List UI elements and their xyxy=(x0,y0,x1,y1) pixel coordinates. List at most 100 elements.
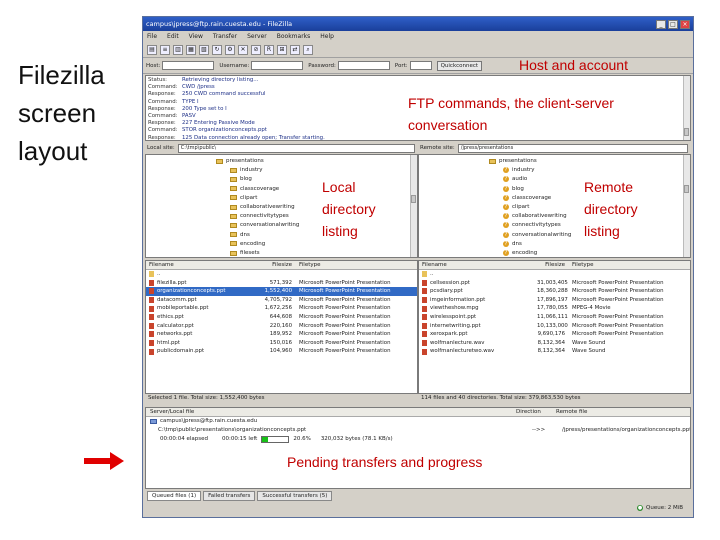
local-col-filename[interactable]: Filename xyxy=(146,261,264,269)
queue-file-row[interactable]: C:\tmp\public\presentations\organization… xyxy=(146,426,690,435)
remote-col-filename[interactable]: Filename xyxy=(419,261,537,269)
local-file-row[interactable]: calculator.ppt 220,160 Microsoft PowerPoin… xyxy=(146,322,417,331)
local-tree-scrollbar[interactable] xyxy=(410,155,417,257)
remote-file-row[interactable]: wolfmanlecture.wav 8,132,364 Wave Sound xyxy=(419,339,690,348)
remote-file-row[interactable]: xeroxpark.ppt 9,690,176 Microsoft PowerPoi… xyxy=(419,330,690,339)
folder-icon xyxy=(149,271,154,278)
log-scrollbar[interactable] xyxy=(683,76,690,140)
file-icon xyxy=(422,288,427,295)
queue-col-server[interactable]: Server/Local file xyxy=(146,408,516,416)
remote-tree-node[interactable]: ? conversationalwriting xyxy=(503,231,571,239)
file-type: Microsoft PowerPoint Presentation xyxy=(299,288,391,295)
process-queue-icon[interactable]: ⚙ xyxy=(225,44,235,55)
menu-transfer[interactable]: Transfer xyxy=(213,33,237,40)
local-tree-node[interactable]: encoding xyxy=(230,240,265,248)
remote-tree-scroll-thumb[interactable] xyxy=(684,185,689,193)
remote-file-row[interactable]: .. xyxy=(419,270,690,279)
queue-server-row[interactable]: campus\jpress@ftp.rain.cuesta.edu xyxy=(146,417,690,426)
remote-tree-node[interactable]: ? dns xyxy=(503,240,522,248)
remote-tree-node[interactable]: ? industry xyxy=(503,166,535,174)
remote-tree-node[interactable]: ? classcoverage xyxy=(503,194,551,202)
local-tree-node[interactable]: classcoverage xyxy=(230,185,279,193)
remote-tree-node[interactable]: presentations xyxy=(489,157,537,165)
reconnect-icon[interactable]: R xyxy=(264,44,274,55)
toggle-remote-tree-icon[interactable]: ▦ xyxy=(186,44,196,55)
local-file-row[interactable]: datacomm.ppt 4,705,792 Microsoft PowerPoin… xyxy=(146,296,417,305)
search-icon[interactable]: ⌕ xyxy=(303,44,313,55)
queue-col-direction[interactable]: Direction xyxy=(516,408,556,416)
local-tree-node[interactable]: industry xyxy=(230,166,263,174)
status-bar: ● Queue: 2 MiB xyxy=(637,505,683,511)
tab-queued-files[interactable]: Queued files (1) xyxy=(147,491,202,501)
menu-server[interactable]: Server xyxy=(247,33,267,40)
password-input[interactable] xyxy=(337,61,390,70)
local-tree-scroll-thumb[interactable] xyxy=(411,195,416,203)
log-scroll-thumb[interactable] xyxy=(684,128,689,136)
remote-tree-node[interactable]: ? encoding xyxy=(503,249,537,257)
local-tree-node[interactable]: collaborativewriting xyxy=(230,203,295,211)
local-tree-node[interactable]: filesets xyxy=(230,249,260,257)
local-file-row[interactable]: organizationconcepts.ppt 1,552,400 Microso… xyxy=(146,287,417,296)
compare-icon[interactable]: ⇄ xyxy=(290,44,300,55)
local-file-row[interactable]: mobileportable.ppt 1,672,256 Microsoft Pow… xyxy=(146,304,417,313)
file-name: wolfmanlecture.wav xyxy=(430,339,485,346)
remote-file-row[interactable]: cellsession.ppt 31,003,405 Microsoft Power… xyxy=(419,279,690,288)
local-file-row[interactable]: ethics.ppt 644,608 Microsoft PowerPoint Pr… xyxy=(146,313,417,322)
toggle-log-icon[interactable]: ≡ xyxy=(160,44,170,55)
local-tree-node[interactable]: connectivitytypes xyxy=(230,212,289,220)
maximize-button[interactable]: □ xyxy=(668,19,678,29)
local-tree-node[interactable]: dns xyxy=(230,231,250,239)
menu-view[interactable]: View xyxy=(189,33,203,40)
local-tree-node[interactable]: clipart xyxy=(230,194,257,202)
cancel-icon[interactable]: ✕ xyxy=(238,44,248,55)
remote-col-filetype[interactable]: Filetype xyxy=(569,261,690,269)
local-tree-node[interactable]: conversationalwriting xyxy=(230,221,299,229)
remote-file-row[interactable]: wirelesspoint.ppt 11,066,111 Microsoft Pow… xyxy=(419,313,690,322)
remote-path-input[interactable]: /jpress/presentations xyxy=(457,143,688,153)
remote-tree-node[interactable]: ? collaborativewriting xyxy=(503,212,567,220)
queue-col-remote[interactable]: Remote file xyxy=(556,408,690,416)
remote-col-filesize[interactable]: Filesize xyxy=(537,261,569,269)
tab-failed-transfers[interactable]: Failed transfers xyxy=(203,491,256,501)
remote-file-row[interactable]: pcsdiary.ppt 18,360,288 Microsoft PowerPoi… xyxy=(419,287,690,296)
local-tree-node[interactable]: presentations xyxy=(216,157,264,165)
remote-tree-node[interactable]: ? blog xyxy=(503,185,524,193)
menu-help[interactable]: Help xyxy=(320,33,334,40)
tab-successful-transfers[interactable]: Successful transfers (5) xyxy=(257,491,333,501)
local-file-row[interactable]: .. xyxy=(146,270,417,279)
close-button[interactable]: × xyxy=(680,19,690,29)
host-input[interactable] xyxy=(162,61,215,70)
port-input[interactable] xyxy=(409,61,432,70)
local-file-row[interactable]: html.ppt 150,016 Microsoft PowerPoint Pres… xyxy=(146,339,417,348)
local-col-filetype[interactable]: Filetype xyxy=(296,261,417,269)
toggle-local-tree-icon[interactable]: ▥ xyxy=(173,44,183,55)
local-file-row[interactable]: publicdomain.ppt 104,960 Microsoft PowerPo… xyxy=(146,347,417,356)
local-file-row[interactable]: networks.ppt 189,952 Microsoft PowerPoint … xyxy=(146,330,417,339)
file-name: pcsdiary.ppt xyxy=(430,288,463,295)
username-input[interactable] xyxy=(251,61,304,70)
site-manager-icon[interactable]: ▤ xyxy=(147,44,157,55)
remote-tree-node[interactable]: ? connectivitytypes xyxy=(503,221,561,229)
local-file-row[interactable]: filezilla.ppt 571,392 Microsoft PowerPoint… xyxy=(146,279,417,288)
remote-file-row[interactable]: internetwriting.ppt 10,133,000 Microsoft P… xyxy=(419,322,690,331)
toggle-queue-icon[interactable]: ▧ xyxy=(199,44,209,55)
file-name: .. xyxy=(430,271,434,277)
filter-icon[interactable]: ⊞ xyxy=(277,44,287,55)
minimize-button[interactable]: _ xyxy=(656,19,666,29)
remote-tree-node[interactable]: ? audio xyxy=(503,175,527,183)
local-tree-node[interactable]: blog xyxy=(230,175,252,183)
remote-file-row[interactable]: viewtheshow.mpg 17,780,055 MPEG-4 Movie xyxy=(419,304,690,313)
remote-file-row[interactable]: wolfmanlecturetwo.wav 8,132,364 Wave Sound xyxy=(419,347,690,356)
remote-tree-scrollbar[interactable] xyxy=(683,155,690,257)
remote-file-row[interactable]: imgeinformation.ppt 17,896,197 Microsoft P… xyxy=(419,296,690,305)
menu-edit[interactable]: Edit xyxy=(167,33,179,40)
refresh-icon[interactable]: ↻ xyxy=(212,44,222,55)
menu-file[interactable]: File xyxy=(147,33,157,40)
disconnect-icon[interactable]: ⊘ xyxy=(251,44,261,55)
remote-tree-node[interactable]: ? clipart xyxy=(503,203,529,211)
menu-bookmarks[interactable]: Bookmarks xyxy=(277,33,311,40)
local-col-filesize[interactable]: Filesize xyxy=(264,261,296,269)
file-icon xyxy=(422,279,427,286)
quickconnect-button[interactable]: Quickconnect xyxy=(436,60,483,71)
local-path-input[interactable]: C:\tmp\public\ xyxy=(177,143,415,153)
